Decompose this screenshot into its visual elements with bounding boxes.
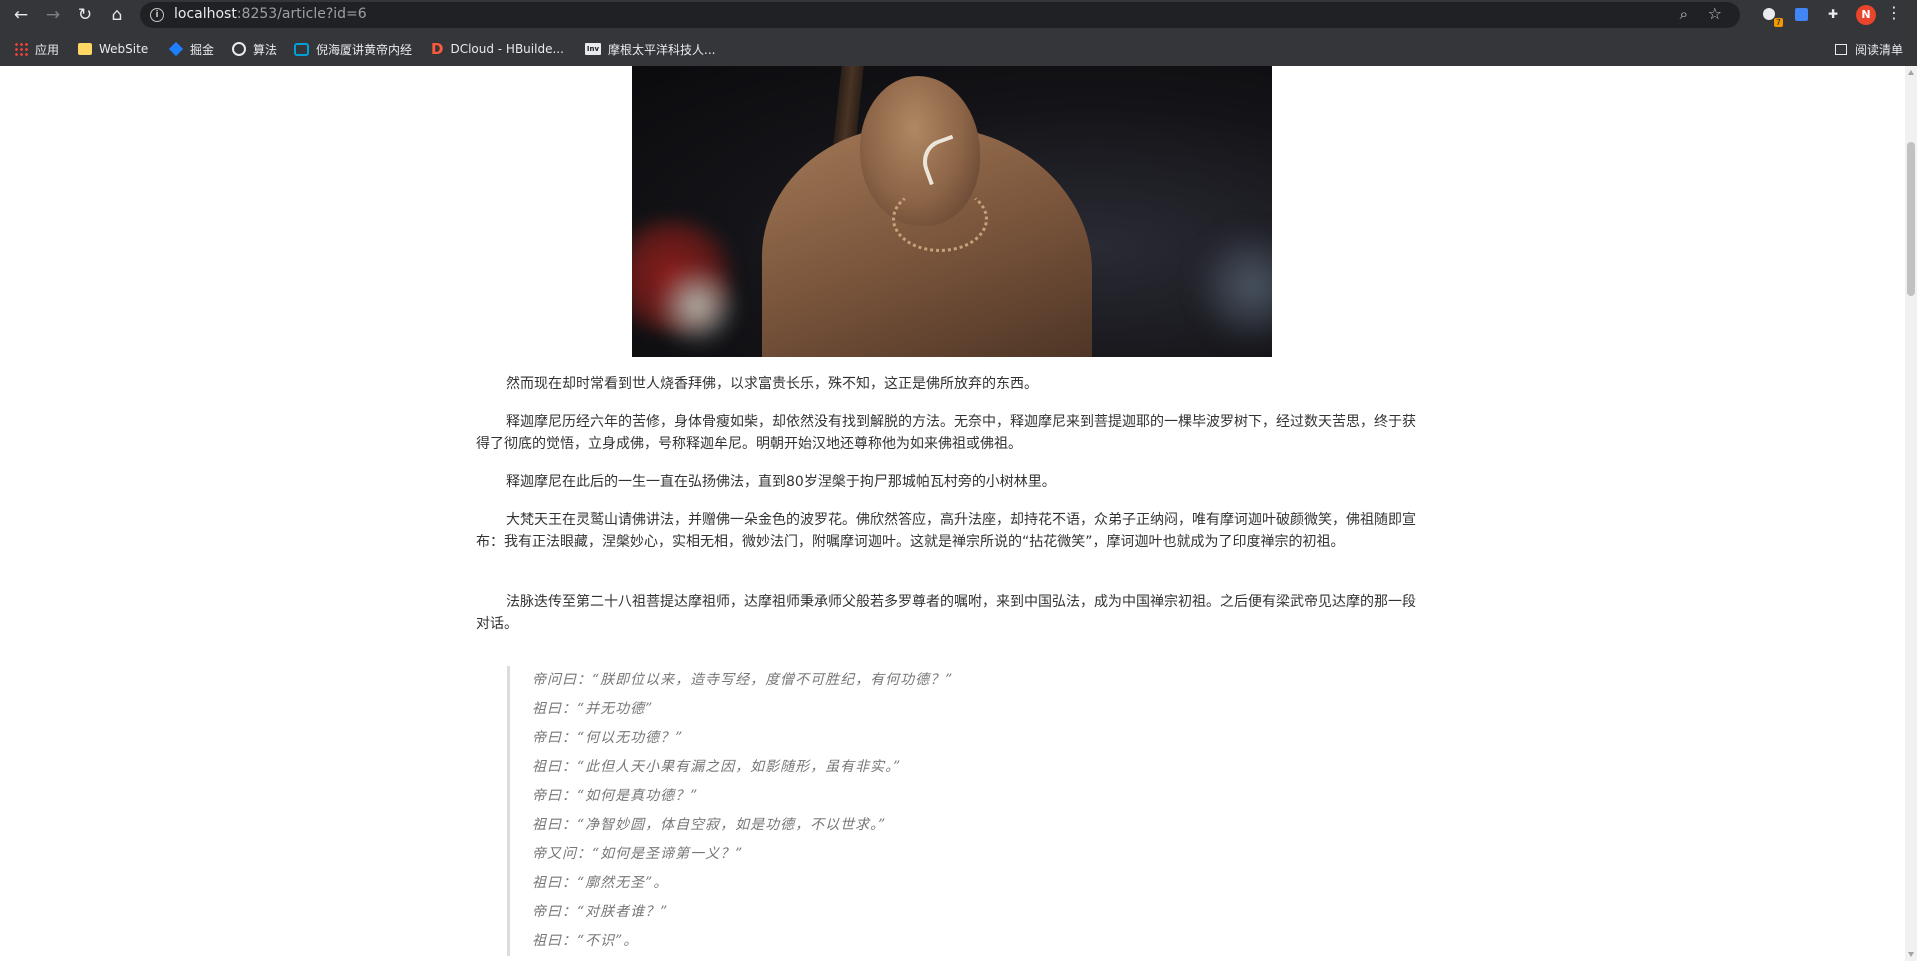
bookmark-label: 掘金 — [190, 42, 215, 57]
bookmark-label: DCloud - HBuilde... — [450, 42, 564, 56]
browser-menu-icon[interactable]: ⋮ — [1886, 3, 1902, 22]
bookmark-dcloud[interactable]: D DCloud - HBuilde... — [431, 38, 564, 60]
quote-line: 帝曰：“如何是真功德？” — [532, 788, 699, 804]
page-viewport: 然而现在却时常看到世人烧香拜佛，以求富贵长乐，殊不知，这正是佛所放弃的东西。 释… — [0, 66, 1905, 961]
url-text[interactable]: localhost:8253/article?id=6 — [174, 6, 367, 22]
quote-line: 帝曰：“对朕者谁？” — [532, 904, 669, 920]
article-paragraph: 释迦摩尼在此后的一生一直在弘扬佛法，直到80岁涅槃于拘尸那城帕瓦村旁的小树林里。 — [506, 474, 1056, 490]
browser-chrome: ← → ↻ ⌂ i localhost:8253/article?id=6 ⌕ … — [0, 0, 1917, 66]
reading-list-label: 阅读清单 — [1854, 42, 1903, 57]
article-paragraph: 释迦摩尼历经六年的苦修，身体骨瘦如柴，却依然没有找到解脱的方法。无奈中，释迦摩尼… — [476, 414, 1416, 452]
dialogue-blockquote: 帝问曰：“朕即位以来，造寺写经，度僧不可胜纪，有何功德？” 祖曰：“并无功德” … — [507, 666, 1442, 956]
article-hero-image — [632, 66, 1272, 357]
bookmark-label: 倪海厦讲黄帝内经 — [316, 42, 413, 57]
bookmark-label: 算法 — [253, 42, 278, 57]
back-button[interactable]: ← — [8, 2, 34, 28]
profile-avatar[interactable]: N — [1856, 5, 1876, 25]
bookmarks-bar: 应用 WebSite 掘金 算法 倪海厦讲黄帝内经 D DCloud - HBu… — [0, 36, 1917, 62]
forward-button[interactable]: → — [40, 2, 66, 28]
extensions-puzzle-icon[interactable]: ✚ — [1824, 5, 1842, 23]
inv-icon: Inv — [585, 43, 601, 55]
scrollbar-thumb[interactable] — [1907, 142, 1915, 296]
extension-icon[interactable]: 7 — [1760, 5, 1783, 27]
url-path: :8253/article?id=6 — [236, 6, 367, 22]
apps-grid-icon — [14, 42, 28, 56]
page-scrollbar[interactable] — [1905, 66, 1917, 961]
quote-line: 帝又问：“如何是圣谛第一义？” — [532, 846, 744, 862]
article-paragraph: 法脉迭传至第二十八祖菩提达摩祖师，达摩祖师秉承师父般若多罗尊者的嘱咐，来到中国弘… — [476, 594, 1416, 632]
quote-line: 帝问曰：“朕即位以来，造寺写经，度僧不可胜纪，有何功德？” — [532, 672, 954, 688]
juejin-icon — [168, 41, 184, 57]
zoom-icon[interactable]: ⌕ — [1680, 5, 1688, 23]
address-bar[interactable]: i localhost:8253/article?id=6 ⌕ ☆ — [140, 2, 1740, 28]
bookmark-morgan[interactable]: Inv 摩根太平洋科技人... — [585, 38, 715, 60]
analytics-extension-icon[interactable] — [1792, 5, 1810, 23]
quote-line: 祖曰：“此但人天小果有漏之因，如影随形，虽有非实。” — [532, 759, 902, 775]
scroll-down-arrow-icon[interactable] — [1908, 952, 1914, 957]
reload-button[interactable]: ↻ — [72, 2, 98, 28]
scroll-up-arrow-icon[interactable] — [1908, 70, 1914, 75]
url-host: localhost — [174, 6, 237, 22]
reading-list-button[interactable]: 阅读清单 — [1834, 38, 1903, 60]
bilibili-icon — [294, 42, 309, 56]
browser-toolbar: ← → ↻ ⌂ i localhost:8253/article?id=6 ⌕ … — [0, 0, 1917, 30]
bookmark-bilibili[interactable]: 倪海厦讲黄帝内经 — [294, 38, 412, 60]
globe-icon — [232, 42, 246, 56]
bookmark-juejin[interactable]: 掘金 — [168, 38, 215, 60]
dcloud-icon: D — [431, 40, 444, 58]
bookmark-star-icon[interactable]: ☆ — [1708, 4, 1722, 23]
article-paragraph: 大梵天王在灵鹫山请佛讲法，并赠佛一朵金色的波罗花。佛欣然答应，高升法座，却持花不… — [476, 512, 1416, 550]
bookmark-label: 摩根太平洋科技人... — [608, 42, 716, 57]
bookmark-algorithm[interactable]: 算法 — [232, 38, 277, 60]
quote-line: 祖曰：“廓然无圣”。 — [532, 875, 669, 891]
bookmark-website[interactable]: WebSite — [78, 38, 148, 60]
quote-line: 祖曰：“不识”。 — [532, 933, 639, 949]
extension-badge: 7 — [1773, 18, 1783, 27]
article-paragraph: 然而现在却时常看到世人烧香拜佛，以求富贵长乐，殊不知，这正是佛所放弃的东西。 — [506, 376, 1038, 392]
quote-line: 祖曰：“并无功德” — [532, 701, 654, 717]
bookmark-label: 应用 — [35, 42, 60, 57]
quote-line: 祖曰：“净智妙圆，体自空寂，如是功德，不以世求。” — [532, 817, 887, 833]
bookmark-label: WebSite — [99, 42, 149, 56]
home-button[interactable]: ⌂ — [104, 2, 130, 28]
reading-list-icon — [1834, 43, 1847, 55]
bookmark-apps[interactable]: 应用 — [14, 38, 59, 60]
site-info-icon[interactable]: i — [150, 8, 164, 22]
folder-icon — [78, 43, 92, 55]
quote-line: 帝曰：“何以无功德？” — [532, 730, 684, 746]
